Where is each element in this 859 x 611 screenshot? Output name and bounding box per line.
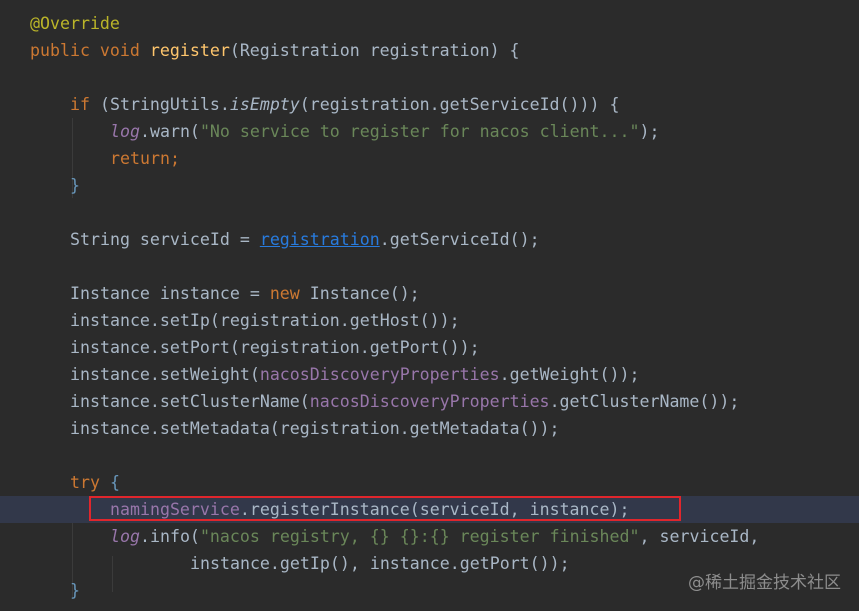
if-cond-a: (StringUtils. xyxy=(99,95,230,114)
serviceid-decl: String serviceId = xyxy=(70,230,260,249)
warn-string: "No service to register for nacos client… xyxy=(199,122,640,141)
watermark-text: @稀土掘金技术社区 xyxy=(688,573,841,593)
is-empty-call: isEmpty xyxy=(229,95,300,114)
close-brace-try: } xyxy=(70,581,80,600)
highlight-box xyxy=(89,496,681,521)
keyword-try: try xyxy=(70,473,100,492)
serviceid-call: .getServiceId(); xyxy=(379,230,540,249)
return-semicolon: ; xyxy=(169,149,180,168)
info-call: .info( xyxy=(139,527,200,546)
log-field: log xyxy=(110,122,140,141)
setcluster-a: instance.setClusterName( xyxy=(70,392,310,411)
warn-call: .warn( xyxy=(139,122,200,141)
info-cont-stmt: instance.getIp(), instance.getPort()); xyxy=(190,554,570,573)
setweight-c: .getWeight()); xyxy=(499,365,640,384)
close-brace-if: } xyxy=(70,176,80,195)
code-line-1[interactable]: @Override xyxy=(0,10,859,37)
code-line-return[interactable]: return; xyxy=(0,145,859,172)
info-string: "nacos registry, {} {}:{} register finis… xyxy=(199,527,640,546)
nacos-props-field: nacosDiscoveryProperties xyxy=(309,392,550,411)
code-line-if[interactable]: if (StringUtils.isEmpty(registration.get… xyxy=(0,91,859,118)
warn-end: ); xyxy=(639,122,660,141)
info-args: , serviceId, xyxy=(639,527,760,546)
try-brace: { xyxy=(99,473,120,492)
code-line-instance[interactable]: Instance instance = new Instance(); xyxy=(0,280,859,307)
code-line-setmeta[interactable]: instance.setMetadata(registration.getMet… xyxy=(0,415,859,442)
annotation-override: @Override xyxy=(30,14,120,33)
method-name-register: register xyxy=(149,41,230,60)
keyword-public-void: public void xyxy=(30,41,150,60)
setcluster-c: .getClusterName()); xyxy=(549,392,740,411)
code-line-serviceid[interactable]: String serviceId = registration.getServi… xyxy=(0,226,859,253)
code-line-info[interactable]: log.info("nacos registry, {} {}:{} regis… xyxy=(0,523,859,550)
registration-link[interactable]: registration xyxy=(260,230,380,249)
instance-decl: Instance instance = xyxy=(70,284,270,303)
code-line-2[interactable]: public void register(Registration regist… xyxy=(0,37,859,64)
code-line-try[interactable]: try { xyxy=(0,469,859,496)
code-line-setweight[interactable]: instance.setWeight(nacosDiscoveryPropert… xyxy=(0,361,859,388)
setip-stmt: instance.setIp(registration.getHost()); xyxy=(70,311,460,330)
method-params: (Registration registration) { xyxy=(229,41,520,60)
code-line-warn[interactable]: log.warn("No service to register for nac… xyxy=(0,118,859,145)
setweight-a: instance.setWeight( xyxy=(70,365,260,384)
keyword-return: return xyxy=(110,149,170,168)
instance-ctor: Instance(); xyxy=(309,284,420,303)
setmeta-stmt: instance.setMetadata(registration.getMet… xyxy=(70,419,560,438)
keyword-if: if xyxy=(70,95,100,114)
code-editor[interactable]: @Override public void register(Registrat… xyxy=(0,0,859,611)
code-line-close-if[interactable]: } xyxy=(0,172,859,199)
nacos-props-field: nacosDiscoveryProperties xyxy=(259,365,500,384)
setport-stmt: instance.setPort(registration.getPort())… xyxy=(70,338,480,357)
code-line-setcluster[interactable]: instance.setClusterName(nacosDiscoveryPr… xyxy=(0,388,859,415)
code-line-setport[interactable]: instance.setPort(registration.getPort())… xyxy=(0,334,859,361)
code-line-setip[interactable]: instance.setIp(registration.getHost()); xyxy=(0,307,859,334)
if-cond-c: (registration.getServiceId())) { xyxy=(299,95,620,114)
keyword-new: new xyxy=(269,284,310,303)
log-field: log xyxy=(110,527,140,546)
